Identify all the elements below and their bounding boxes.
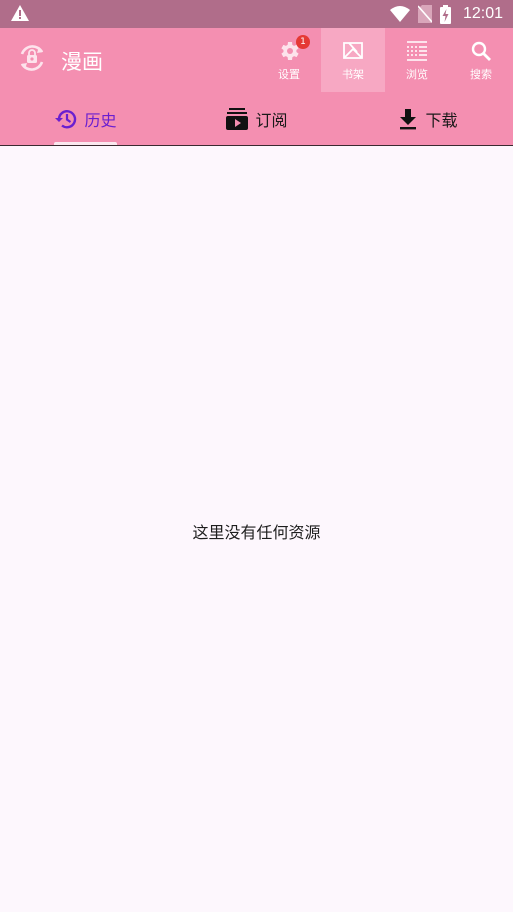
no-sim-icon: [417, 5, 432, 23]
tab-history[interactable]: 历史: [0, 92, 171, 145]
bookshelf-label: 书架: [342, 68, 364, 81]
tab-subscriptions[interactable]: 订阅: [171, 92, 342, 145]
status-icons: 12:01: [389, 0, 503, 28]
bookshelf-button[interactable]: 书架: [321, 28, 385, 92]
search-button[interactable]: 搜索: [449, 28, 513, 92]
status-time: 12:01: [462, 5, 503, 22]
tab-history-label: 历史: [84, 110, 117, 130]
tab-subscriptions-label: 订阅: [255, 110, 288, 130]
status-bar: 12:01: [0, 0, 513, 28]
tab-downloads[interactable]: 下载: [342, 92, 513, 145]
download-icon: [400, 108, 417, 129]
warning-icon: [11, 5, 29, 21]
tab-indicator: [54, 142, 117, 145]
wifi-icon: [389, 6, 410, 22]
bookshelf-icon: [343, 42, 363, 59]
settings-label: 设置: [278, 68, 300, 81]
subscriptions-icon: [226, 107, 249, 130]
search-label: 搜索: [470, 68, 492, 81]
rotate-logo-icon: [20, 45, 44, 71]
notification-badge: 1: [296, 35, 310, 49]
empty-message: 这里没有任何资源: [192, 523, 321, 542]
history-icon: [55, 109, 77, 128]
tab-bar: 历史 订阅 下载: [0, 92, 513, 146]
tab-downloads-label: 下载: [425, 110, 458, 130]
battery-charging-icon: [439, 4, 451, 24]
browse-label: 浏览: [406, 68, 428, 81]
settings-button[interactable]: 1 设置: [257, 28, 321, 92]
app-title: 漫画: [61, 50, 103, 74]
app-bar: 漫画 1 设置 书架 浏览 搜索: [0, 28, 513, 92]
browse-icon: [407, 41, 427, 61]
history-content: 这里没有任何资源: [0, 147, 513, 912]
browse-button[interactable]: 浏览: [385, 28, 449, 92]
search-icon: [471, 41, 491, 61]
